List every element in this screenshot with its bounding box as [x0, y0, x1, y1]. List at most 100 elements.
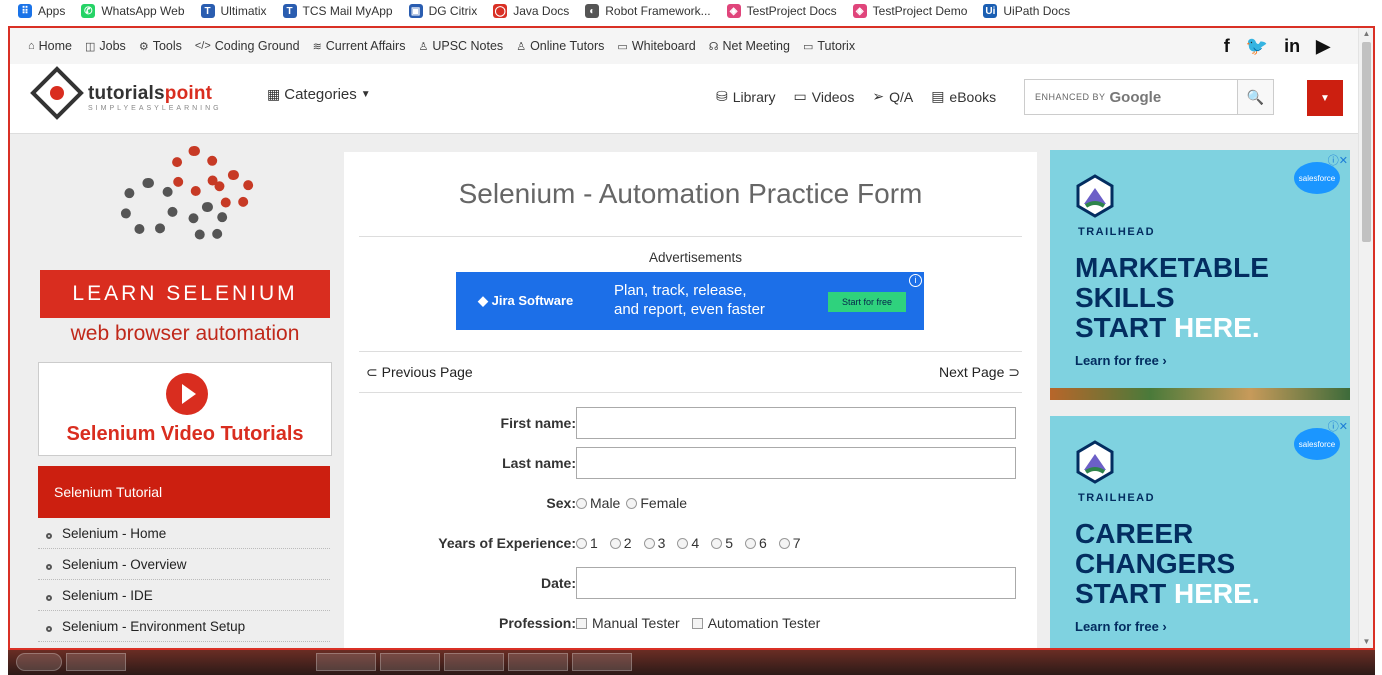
header-nav-label: Library — [732, 88, 776, 105]
topnav-item-net-meeting[interactable]: ☊ Net Meeting — [709, 39, 790, 53]
header-nav-ebooks[interactable]: ▤ eBooks — [931, 88, 996, 105]
trailhead-logo-icon — [1076, 440, 1114, 484]
bookmark-item[interactable]: ◐ Robot Framework... — [585, 4, 711, 18]
bullet-icon — [46, 563, 52, 570]
trailhead-ad-2[interactable]: ⓘ✕ salesforce TRAILHEAD CAREER CHANGERS ST… — [1050, 416, 1350, 648]
topnav-label: Whiteboard — [631, 39, 696, 53]
topnav-label: Tutorix — [817, 39, 856, 53]
site-header: tutorialspoint SIMPLYEASYLEARNING ▦ Cate… — [10, 64, 1360, 134]
experience-radio[interactable] — [643, 537, 655, 549]
topnav-item-home[interactable]: ⌂ Home — [28, 39, 72, 53]
video-tutorials-title: Selenium Video Tutorials — [66, 423, 304, 445]
trailhead-ad-1[interactable]: ⓘ✕ salesforce TRAILHEAD MARKETABLE SKILLS… — [1050, 150, 1350, 400]
topnav-item-coding-ground[interactable]: </> Coding Ground — [195, 39, 300, 53]
bookmark-item[interactable]: ▣ DG Citrix — [408, 4, 478, 18]
salesforce-logo: salesforce — [1294, 428, 1340, 460]
code-icon: </> — [194, 40, 211, 52]
sex-radio[interactable] — [626, 497, 638, 509]
bookmark-item[interactable]: ◯ Java Docs — [493, 4, 569, 18]
experience-radio[interactable] — [576, 537, 587, 549]
profession-options: Manual Tester Automation Tester — [576, 615, 832, 631]
affairs-icon: ≋ — [312, 40, 322, 53]
bookmark-label: Apps — [38, 4, 66, 18]
bookmark-label: TestProject Demo — [872, 4, 968, 18]
bullet-icon — [46, 594, 52, 601]
ebook-icon: ▤ — [931, 88, 945, 104]
tutorial-heading[interactable]: Selenium Tutorial — [38, 466, 330, 518]
topnav-item-jobs[interactable]: ◫ Jobs — [85, 39, 126, 53]
experience-radio[interactable] — [711, 537, 723, 549]
facebook-icon[interactable]: f — [1224, 36, 1230, 57]
first-name-input[interactable] — [576, 407, 1016, 439]
topnav-item-tools[interactable]: ⚙ Tools — [139, 39, 182, 53]
bookmark-item[interactable]: T TCS Mail MyApp — [282, 4, 393, 18]
bookmark-item[interactable]: ◈ TestProject Docs — [726, 4, 837, 18]
jira-start-button[interactable]: Start for free — [828, 292, 906, 312]
bookmark-item[interactable]: Ui UiPath Docs — [983, 4, 1070, 18]
ad-cta-link[interactable]: Learn for free › — [1075, 619, 1167, 634]
date-label: Date: — [540, 575, 576, 591]
taskbar-app[interactable] — [316, 653, 376, 671]
tutorial-list-item[interactable]: Selenium - IDE — [38, 580, 330, 611]
taskbar-app[interactable] — [572, 653, 632, 671]
experience-radio[interactable] — [677, 537, 689, 549]
start-button[interactable] — [16, 653, 62, 671]
scroll-up-icon[interactable]: ▲ — [1359, 28, 1373, 40]
bookmark-item[interactable]: ✆ WhatsApp Web — [81, 4, 185, 18]
profession-checkbox[interactable] — [576, 617, 587, 629]
bookmark-label: DG Citrix — [428, 4, 478, 18]
twitter-icon[interactable]: 🐦 — [1246, 36, 1268, 57]
jira-ad-banner[interactable]: ◆ Jira Software Plan, track, release, and… — [456, 272, 924, 330]
header-nav-videos[interactable]: ▭ Videos — [794, 88, 855, 105]
topnav-item-tutorix[interactable]: ▭ Tutorix — [803, 39, 855, 53]
linkedin-icon[interactable]: in — [1284, 36, 1300, 57]
previous-page-link[interactable]: ⊂ Previous Page — [366, 364, 473, 381]
ad-cta-link[interactable]: Learn for free › — [1075, 353, 1167, 368]
sex-radio[interactable] — [576, 497, 587, 509]
profession-checkbox[interactable] — [691, 617, 703, 629]
topnav-item-current-affairs[interactable]: ≋ Current Affairs — [313, 39, 406, 53]
experience-radio[interactable] — [778, 537, 790, 549]
header-menu-button[interactable]: ▼ — [1307, 80, 1343, 116]
topnav-item-upsc-notes[interactable]: ♙ UPSC Notes — [418, 39, 503, 53]
tutorial-list-item[interactable]: Selenium - Overview — [38, 549, 330, 580]
next-page-link[interactable]: Next Page ⊃ — [939, 364, 1020, 381]
topnav-item-online-tutors[interactable]: ♙ Online Tutors — [516, 39, 604, 53]
bookmark-label: TestProject Docs — [746, 4, 837, 18]
learn-selenium-banner[interactable]: LEARN SELENIUM — [40, 270, 330, 318]
experience-radio[interactable] — [609, 537, 621, 549]
taskbar-app[interactable] — [380, 653, 440, 671]
banner-subtitle: web browser automation — [70, 322, 300, 345]
experience-option-label: 5 — [725, 535, 733, 551]
jira-brand: ◆ Jira Software — [478, 293, 574, 308]
bookmark-item[interactable]: T Ultimatix — [200, 4, 267, 18]
categories-menu[interactable]: ▦ Categories ▼ — [267, 86, 371, 103]
profession-option-label: Manual Tester — [592, 615, 680, 631]
scrollbar-thumb[interactable] — [1362, 42, 1371, 242]
tutorial-list-item[interactable]: Selenium - Environment Setup — [38, 611, 330, 642]
video-tutorials-banner[interactable]: Selenium Video Tutorials — [38, 362, 332, 456]
scroll-down-icon[interactable]: ▼ — [1359, 636, 1373, 648]
tutorial-list-item[interactable]: Selenium - Home — [38, 518, 330, 549]
topnav-label: Net Meeting — [722, 39, 790, 53]
search-input[interactable]: ENHANCED BY Google — [1025, 80, 1237, 114]
header-nav-library[interactable]: ⛁ Library — [716, 88, 776, 105]
ad-info-icon[interactable]: i — [909, 274, 922, 287]
last-name-input[interactable] — [576, 447, 1016, 479]
bookmark-label: Java Docs — [513, 4, 570, 18]
vertical-scrollbar[interactable]: ▲ ▼ — [1358, 28, 1373, 648]
topnav-item-whiteboard[interactable]: ▭ Whiteboard — [617, 39, 695, 53]
taskbar-app[interactable] — [508, 653, 568, 671]
search-button[interactable]: 🔍 — [1237, 80, 1273, 114]
youtube-icon[interactable]: ▶ — [1316, 36, 1330, 57]
taskbar-app[interactable] — [66, 653, 126, 671]
header-nav-qa[interactable]: ➢ Q/A — [872, 88, 913, 105]
experience-radio[interactable] — [744, 537, 756, 549]
date-input[interactable] — [576, 567, 1016, 599]
main-content: Selenium - Automation Practice Form Adve… — [344, 152, 1037, 648]
tutorialspoint-logo[interactable]: tutorialspoint SIMPLYEASYLEARNING — [28, 66, 222, 126]
chevron-left-icon: ⊂ — [366, 364, 382, 380]
taskbar-app[interactable] — [444, 653, 504, 671]
bookmark-item[interactable]: ⠿ Apps — [18, 4, 65, 18]
bookmark-item[interactable]: ◈ TestProject Demo — [852, 4, 968, 18]
